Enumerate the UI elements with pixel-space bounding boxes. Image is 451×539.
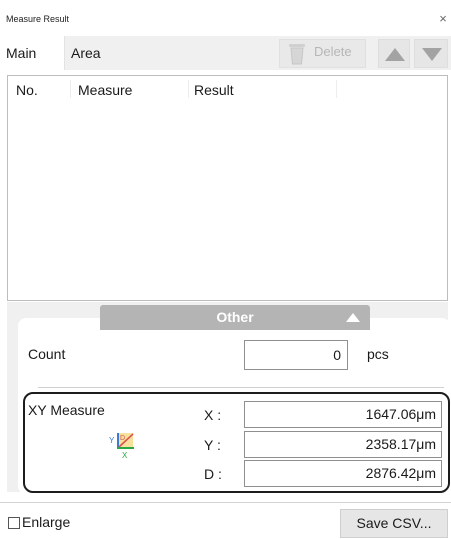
y-label: Y : [204,437,221,453]
column-separator [188,80,189,98]
move-up-button[interactable] [378,39,410,68]
count-label: Count [28,346,66,362]
results-list[interactable] [7,75,448,301]
y-value-field[interactable]: 2358.17μm [244,431,442,458]
tab-area[interactable]: Area [65,36,115,70]
count-unit: pcs [367,346,389,362]
move-down-button[interactable] [414,39,448,68]
column-separator [336,80,337,98]
save-csv-button[interactable]: Save CSV... [340,509,448,538]
column-header-result[interactable]: Result [194,82,234,98]
xy-measure-icon: Y D X [109,433,134,460]
triangle-down-icon [422,48,442,61]
column-separator [70,80,71,98]
column-header-no[interactable]: No. [16,82,38,98]
icon-axis-d: D [120,435,125,442]
close-button[interactable]: × [436,12,450,26]
column-header-measure[interactable]: Measure [78,82,132,98]
tab-main[interactable]: Main [0,36,65,70]
footer-divider [0,502,451,503]
divider [38,387,444,388]
count-field[interactable]: 0 [244,340,348,370]
x-value-field[interactable]: 1647.06μm [244,401,442,428]
enlarge-label[interactable]: Enlarge [22,514,70,530]
icon-axis-x: X [122,451,128,460]
xy-measure-label: XY Measure [28,402,105,418]
delete-label: Delete [314,44,352,59]
window-title: Measure Result [6,14,70,24]
d-label: D : [204,466,222,482]
enlarge-checkbox[interactable] [8,517,20,529]
x-label: X : [204,407,222,423]
d-value-field[interactable]: 2876.42μm [244,460,442,487]
icon-axis-y: Y [109,436,115,445]
collapse-up-icon [346,313,360,322]
triangle-up-icon [385,48,405,61]
trash-icon [289,44,305,65]
other-section-label: Other [216,309,254,325]
